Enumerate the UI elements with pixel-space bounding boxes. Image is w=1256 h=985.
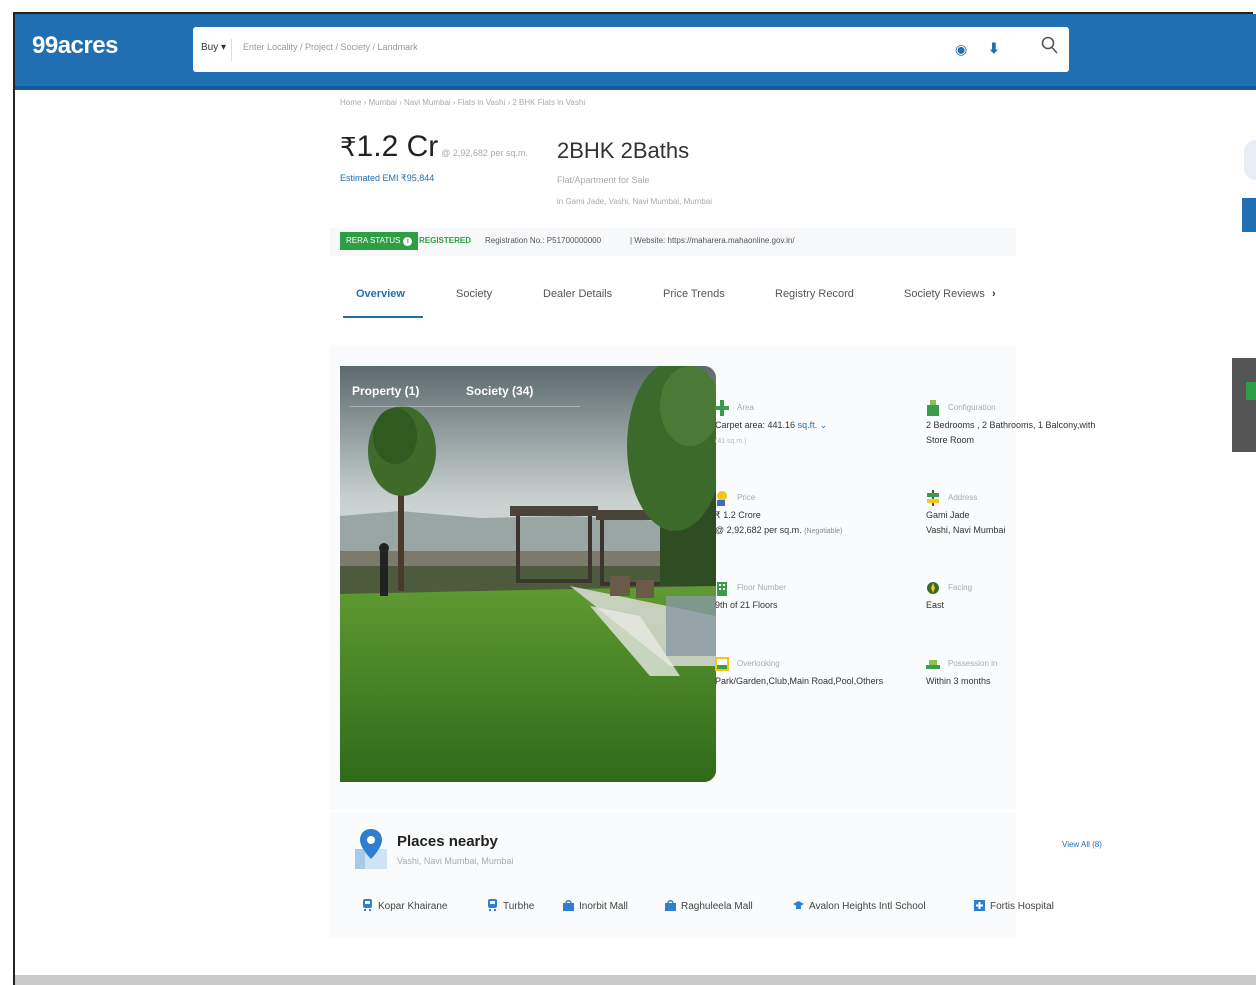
- tab-society[interactable]: Society: [456, 288, 492, 300]
- rera-website[interactable]: | Website: https://maharera.mahaonline.g…: [630, 236, 795, 245]
- location-icon[interactable]: ◉: [955, 41, 967, 58]
- bottom-bar: [15, 975, 1256, 985]
- shopping-bag-icon: [665, 900, 676, 911]
- place-turbhe[interactable]: Turbhe: [487, 899, 534, 912]
- address-icon: [927, 490, 939, 506]
- active-tab-indicator: [343, 316, 423, 318]
- tab-registry-record[interactable]: Registry Record: [775, 288, 854, 300]
- tab-overview[interactable]: Overview: [356, 288, 405, 300]
- listing-price: ₹1.2 Cr @ 2,92,682 per sq.m.: [340, 130, 528, 163]
- property-type: Flat/Apartment for Sale: [557, 175, 650, 185]
- train-icon: [488, 899, 497, 911]
- chevron-right-icon[interactable]: ›: [992, 288, 996, 300]
- search-icon[interactable]: [1041, 36, 1059, 61]
- places-nearby-title: Places nearby: [397, 833, 498, 850]
- listing-title: 2BHK 2Baths: [557, 138, 690, 163]
- property-photo[interactable]: [340, 366, 716, 782]
- emi-link[interactable]: Estimated EMI ₹95,844: [340, 173, 434, 184]
- area-icon: [715, 400, 729, 416]
- info-icon[interactable]: i: [403, 237, 413, 246]
- graduation-cap-icon: [793, 901, 804, 909]
- gallery-tab-society[interactable]: Society (34): [466, 384, 533, 398]
- area-unit-dropdown[interactable]: sq.ft. ⌄: [798, 420, 828, 430]
- site-logo[interactable]: 99acres: [32, 32, 118, 60]
- shopping-bag-icon: [563, 900, 574, 911]
- place-kopar-khairane[interactable]: Kopar Khairane: [362, 899, 448, 912]
- place-raghuleela-mall[interactable]: Raghuleela Mall: [665, 899, 753, 912]
- place-avalon-heights-school[interactable]: Avalon Heights Intl School: [793, 899, 926, 912]
- side-feedback-tab[interactable]: [1232, 358, 1256, 452]
- price-icon: [717, 491, 727, 506]
- map-pin-icon: [355, 829, 387, 869]
- breadcrumb[interactable]: Home › Mumbai › Navi Mumbai › Flats in V…: [340, 98, 585, 107]
- search-input[interactable]: Enter Locality / Project / Society / Lan…: [243, 42, 418, 52]
- configuration-icon: [927, 400, 939, 416]
- section-tabs: Overview Society Dealer Details Price Tr…: [330, 270, 1016, 320]
- tab-dealer-details[interactable]: Dealer Details: [543, 288, 612, 300]
- tab-price-trends[interactable]: Price Trends: [663, 288, 725, 300]
- buy-dropdown[interactable]: Buy ▾: [201, 42, 226, 53]
- possession-icon: [926, 660, 940, 669]
- rera-registration-number: Registration No.: P51700000000: [485, 236, 602, 245]
- rera-registered-label: REGISTERED: [419, 236, 472, 245]
- overlooking-icon: [715, 657, 729, 671]
- property-location: in Gami Jade, Vashi, Navi Mumbai, Mumbai: [557, 197, 713, 206]
- places-nearby-subtitle: Vashi, Navi Mumbai, Mumbai: [397, 856, 514, 866]
- rera-status-badge[interactable]: RERA STATUS i: [340, 232, 419, 250]
- place-inorbit-mall[interactable]: Inorbit Mall: [563, 899, 628, 912]
- floor-icon: [717, 582, 727, 596]
- voice-icon[interactable]: ⬇: [988, 40, 1000, 57]
- places-nearby-section: [330, 812, 1016, 938]
- train-icon: [363, 899, 372, 911]
- compass-icon: [927, 582, 939, 594]
- tab-society-reviews[interactable]: Society Reviews: [904, 288, 985, 300]
- side-widget[interactable]: [1244, 140, 1256, 180]
- hospital-icon: [974, 900, 985, 911]
- side-widget-blue[interactable]: [1242, 198, 1256, 232]
- place-fortis-hospital[interactable]: Fortis Hospital: [974, 899, 1054, 912]
- gallery-tab-property[interactable]: Property (1): [352, 384, 419, 398]
- search-bar[interactable]: Buy ▾ Enter Locality / Project / Society…: [193, 27, 1069, 72]
- view-all-link[interactable]: View All (8): [1062, 840, 1102, 849]
